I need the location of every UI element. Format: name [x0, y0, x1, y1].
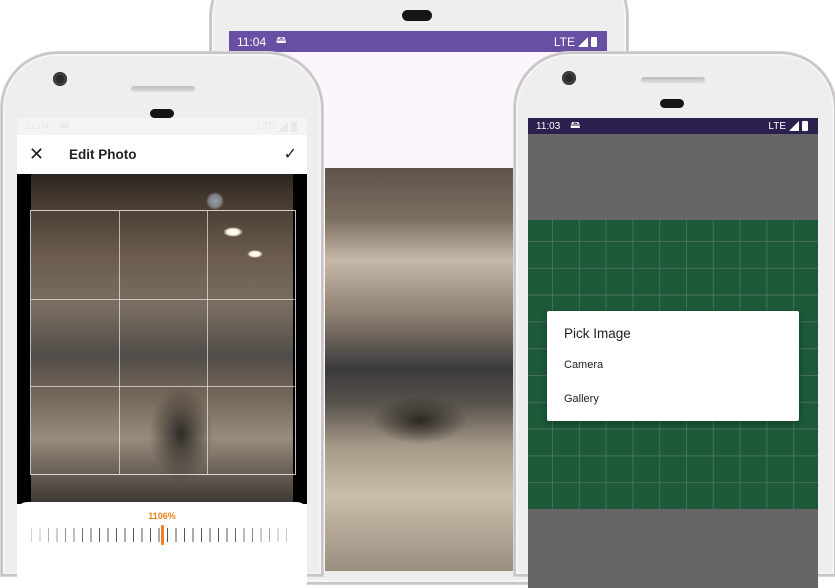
grid-line [31, 386, 295, 388]
sim-icon: 🖴 [570, 119, 581, 131]
speaker-icon [402, 10, 432, 21]
dialog-title: Pick Image [564, 326, 631, 341]
status-time: 11:04 [25, 121, 50, 132]
toolbar: ✕ Edit Photo ✓ [17, 135, 307, 173]
kitchen-photo [325, 168, 515, 571]
grid-line [206, 211, 208, 474]
camera-icon [562, 71, 576, 85]
camera-icon [53, 72, 67, 86]
grid-line [118, 211, 120, 474]
left-phone: 11:04 🖴 LTE ✕ Edit Photo ✓ 1106% [1, 52, 323, 588]
slider-thumb[interactable] [161, 525, 164, 545]
network-label: LTE [257, 121, 275, 132]
battery-icon [802, 121, 808, 131]
right-phone: 11:03 🖴 LTE Pick Image Camera Gallery [514, 52, 835, 588]
pick-image-dialog: Pick Image Camera Gallery [547, 311, 799, 421]
left-screen: 11:04 🖴 LTE ✕ Edit Photo ✓ 1106% [17, 118, 307, 588]
sim-icon: 🖴 [276, 35, 287, 46]
signal-icon [278, 121, 288, 132]
status-bar: 11:04 🖴 LTE [17, 118, 307, 135]
grid-line [31, 298, 295, 300]
dialog-option-camera[interactable]: Camera [547, 351, 799, 379]
earpiece-grille [131, 86, 195, 92]
status-bar: 11:04 🖴 LTE [229, 31, 607, 52]
speaker-icon [150, 109, 174, 118]
status-time: 11:03 [536, 120, 561, 132]
status-time: 11:04 [237, 34, 267, 49]
network-label: LTE [768, 120, 786, 132]
option-label: Gallery [564, 393, 599, 405]
option-label: Camera [564, 359, 604, 371]
dialog-option-gallery[interactable]: Gallery [547, 385, 799, 413]
earpiece-grille [641, 77, 705, 83]
toolbar-title: Edit Photo [69, 146, 137, 162]
rotation-panel: 1106% [17, 502, 307, 588]
battery-icon [591, 36, 597, 47]
signal-icon [578, 36, 588, 47]
right-screen: 11:03 🖴 LTE Pick Image Camera Gallery [528, 118, 818, 588]
network-label: LTE [553, 34, 575, 49]
battery-icon [291, 121, 297, 132]
check-icon[interactable]: ✓ [284, 144, 297, 164]
speaker-icon [660, 99, 684, 108]
crop-frame[interactable] [30, 210, 296, 475]
status-bar: 11:03 🖴 LTE [528, 118, 818, 134]
crop-area [17, 174, 307, 504]
rotation-value: 1106% [148, 511, 176, 521]
signal-icon [789, 121, 799, 131]
close-icon[interactable]: ✕ [29, 144, 49, 165]
sim-icon: 🖴 [59, 120, 70, 131]
